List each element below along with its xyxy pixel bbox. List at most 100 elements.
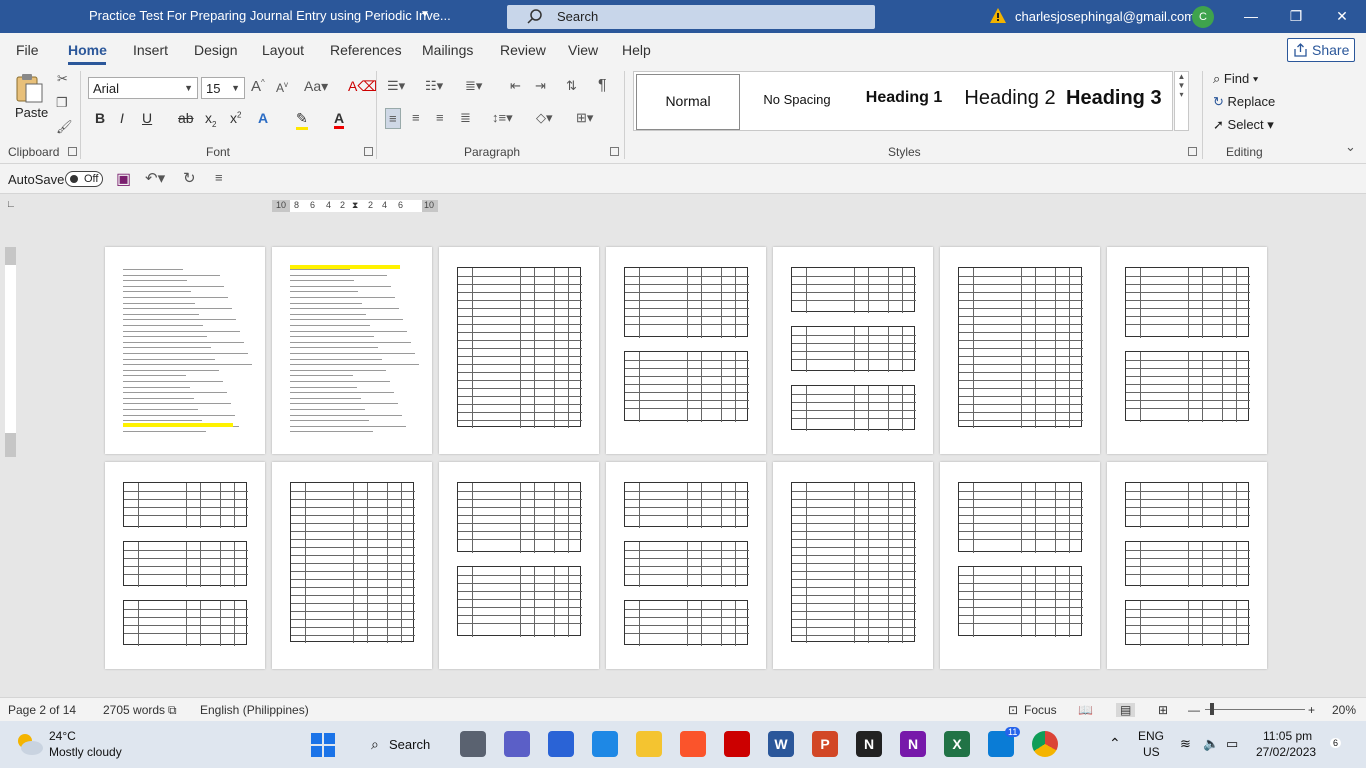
style-heading-1[interactable]: Heading 1 [854, 74, 954, 130]
taskbar-search[interactable]: Search [389, 737, 430, 752]
read-mode-icon[interactable]: 📖 [1078, 703, 1093, 717]
tab-file[interactable]: File [16, 42, 39, 58]
powerpoint-icon[interactable]: P [812, 731, 838, 757]
teams-icon[interactable] [504, 731, 530, 757]
page-thumbnail[interactable] [272, 462, 432, 669]
tab-selector-icon[interactable]: ∟ [6, 199, 16, 210]
wifi-icon[interactable]: ≋ [1180, 736, 1191, 752]
page-thumbnail[interactable] [606, 462, 766, 669]
style-heading-3[interactable]: Heading 3 [1066, 74, 1172, 130]
shrink-font-icon[interactable]: Av [276, 80, 288, 95]
language-bottom[interactable]: US [1143, 745, 1160, 759]
zoom-slider[interactable] [1205, 709, 1305, 710]
styles-scroll[interactable]: ▲ ▼ ▾ [1174, 71, 1189, 131]
web-layout-icon[interactable]: ⊞ [1158, 703, 1168, 717]
warning-icon[interactable] [990, 8, 1006, 23]
font-name-select[interactable]: Arial ▼ [88, 77, 198, 99]
select-button[interactable]: ➚ Select ▾ [1213, 117, 1274, 133]
page-thumbnail[interactable] [940, 247, 1100, 454]
save-icon[interactable]: ▣ [116, 169, 131, 189]
zoom-in-icon[interactable]: + [1308, 703, 1315, 717]
align-left-icon[interactable]: ≡ [385, 108, 401, 129]
copy-icon[interactable]: ❐ [56, 95, 68, 111]
tab-layout[interactable]: Layout [262, 42, 304, 58]
language[interactable]: English (Philippines) [200, 703, 309, 717]
cut-icon[interactable]: ✂ [57, 71, 68, 87]
tab-design[interactable]: Design [194, 42, 238, 58]
language-top[interactable]: ENG [1138, 729, 1164, 743]
proofing-icon[interactable]: ⧉ [168, 703, 177, 718]
horizontal-ruler[interactable]: 10 8 6 4 2 ⧗ 2 4 6 10 [272, 200, 438, 212]
zoom-level[interactable]: 20% [1332, 703, 1356, 717]
search-box[interactable]: Search [507, 5, 875, 29]
clock-date[interactable]: 27/02/2023 [1256, 745, 1316, 759]
mcafee-icon[interactable] [724, 731, 750, 757]
restore-button[interactable]: ❐ [1281, 5, 1311, 27]
redo-icon[interactable]: ↻ [183, 169, 196, 187]
numbering-icon[interactable]: ☷▾ [425, 78, 443, 94]
page-thumbnail[interactable] [940, 462, 1100, 669]
store-icon[interactable] [592, 731, 618, 757]
format-painter-icon[interactable]: 🖌 [56, 119, 73, 135]
font-launcher-icon[interactable] [364, 147, 373, 156]
change-case-icon[interactable]: Aa▾ [304, 78, 328, 95]
tab-home[interactable]: Home [68, 42, 107, 58]
word-icon[interactable]: W [768, 731, 794, 757]
page-thumbnail[interactable] [606, 247, 766, 454]
page-thumbnail[interactable] [272, 247, 432, 454]
undo-icon[interactable]: ↶▾ [145, 169, 165, 187]
document-canvas[interactable] [0, 217, 1366, 697]
bullets-icon[interactable]: ☰▾ [387, 78, 405, 94]
document-title[interactable]: Practice Test For Preparing Journal Entr… [89, 8, 451, 23]
justify-icon[interactable]: ≣ [460, 110, 471, 126]
print-layout-icon[interactable]: ▤ [1116, 703, 1136, 717]
highlight-icon[interactable]: ✎ [296, 110, 308, 130]
italic-icon[interactable]: I [120, 110, 124, 126]
indent-marker-icon[interactable]: ⧗ [352, 200, 358, 211]
style-heading-2[interactable]: Heading 2 [958, 74, 1062, 130]
page-thumbnail[interactable] [439, 462, 599, 669]
collapse-ribbon-icon[interactable]: ⌄ [1345, 139, 1356, 155]
text-effects-icon[interactable]: A [258, 110, 268, 126]
task-view-icon[interactable] [460, 731, 486, 757]
page-count[interactable]: Page 2 of 14 [8, 703, 76, 717]
autosave-toggle[interactable]: Off [65, 171, 103, 187]
tab-view[interactable]: View [568, 42, 598, 58]
page-thumbnail[interactable] [1107, 462, 1267, 669]
superscript-icon[interactable]: x2 [230, 110, 241, 126]
decrease-indent-icon[interactable]: ⇤ [510, 78, 521, 94]
close-button[interactable]: ✕ [1327, 5, 1357, 27]
strikethrough-icon[interactable]: ab [178, 110, 194, 126]
grow-font-icon[interactable]: A^ [251, 78, 265, 95]
tab-help[interactable]: Help [622, 42, 651, 58]
chevron-up-icon[interactable]: ⌃ [1109, 735, 1121, 752]
tab-references[interactable]: References [330, 42, 402, 58]
weather-text[interactable]: Mostly cloudy [49, 745, 122, 759]
style-no-spacing[interactable]: No Spacing [744, 74, 850, 130]
zoom-thumb[interactable] [1210, 703, 1214, 715]
share-button[interactable]: Share [1287, 38, 1355, 62]
weather-icon[interactable] [14, 731, 44, 757]
find-button[interactable]: ⌕ Find ▾ [1213, 71, 1258, 87]
onenote-icon[interactable]: N [900, 731, 926, 757]
page-thumbnail[interactable] [1107, 247, 1267, 454]
increase-indent-icon[interactable]: ⇥ [535, 78, 546, 94]
excel-icon[interactable]: X [944, 731, 970, 757]
subscript-icon[interactable]: x2 [205, 110, 216, 129]
zoom-out-icon[interactable]: — [1188, 703, 1200, 717]
shading-icon[interactable]: ◇▾ [536, 110, 553, 126]
word-count[interactable]: 2705 words [103, 703, 165, 717]
styles-launcher-icon[interactable] [1188, 147, 1197, 156]
minimize-button[interactable]: — [1236, 5, 1266, 27]
tab-insert[interactable]: Insert [133, 42, 168, 58]
brave-icon[interactable] [680, 731, 706, 757]
chrome-icon[interactable] [1032, 731, 1058, 757]
temperature[interactable]: 24°C [49, 729, 76, 743]
align-center-icon[interactable]: ≡ [412, 110, 420, 125]
font-color-icon[interactable]: A [334, 110, 345, 129]
style-normal[interactable]: Normal [636, 74, 740, 130]
focus-button[interactable]: Focus [1024, 703, 1057, 717]
sort-icon[interactable]: ⇅ [566, 78, 577, 94]
taskbar-search-icon[interactable]: ⌕ [371, 736, 379, 753]
paste-icon[interactable] [14, 73, 44, 103]
